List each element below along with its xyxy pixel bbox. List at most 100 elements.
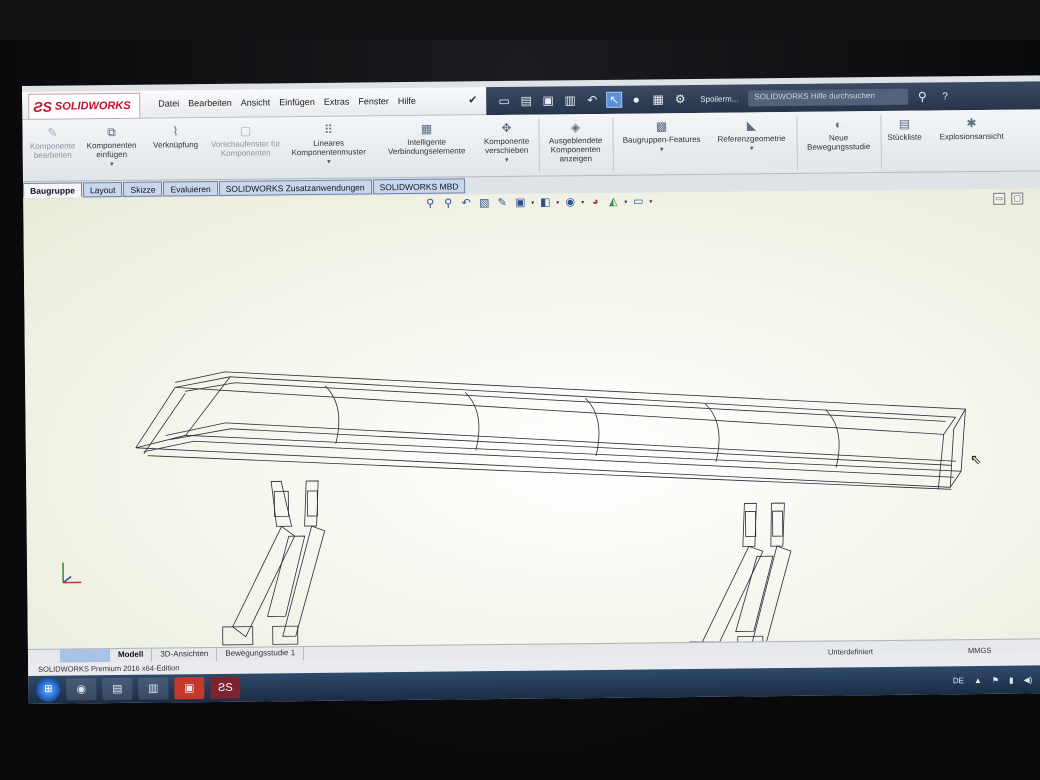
menu-extras[interactable]: Extras	[324, 97, 350, 107]
select-cursor-icon[interactable]: ↖	[606, 91, 623, 108]
left-support-base	[272, 625, 299, 645]
help-icon[interactable]: ?	[942, 91, 948, 102]
pin-icon[interactable]: ✔	[468, 93, 477, 106]
tab-bewegungsstudie[interactable]: Bewegungsstudie 1	[217, 647, 305, 661]
menu-hilfe[interactable]: Hilfe	[398, 96, 416, 106]
linear-pattern-label: Lineares Komponentenmuster	[291, 138, 366, 158]
edit-component-icon: ✎	[47, 125, 58, 140]
component-preview-label: Vorschaufenster für Komponenten	[210, 139, 281, 158]
app-icon[interactable]: ▥	[138, 677, 169, 700]
undo-icon[interactable]: ↶	[584, 92, 600, 108]
language-indicator[interactable]: DE	[953, 676, 964, 685]
assembly-features-button[interactable]: ▩ Baugruppen-Features ▾	[614, 119, 708, 155]
ds-logo-icon: ƧS	[33, 98, 52, 115]
graphics-area[interactable]: ⚲ ⚲ ↶ ▧ ✎ ▣ ▾ ◧ ▾ ◉ ▾ ◕ ◭ ▾ ▭ ▾ ▭ ▢ ⇖	[23, 188, 1040, 649]
search-icon[interactable]: ⚲	[914, 88, 930, 104]
bill-of-materials-label: Stückliste	[887, 132, 922, 142]
new-motion-study-label: Neue Bewegungsstudie	[807, 133, 871, 152]
new-motion-study-button[interactable]: ◐ Neue Bewegungsstudie	[798, 117, 878, 152]
mouse-cursor-icon: ⇖	[969, 450, 982, 468]
chevron-down-icon: ▾	[505, 156, 509, 164]
solidworks-logo[interactable]: ƧS SOLIDWORKS	[28, 92, 141, 120]
smart-fasteners-button[interactable]: ▦ Intelligente Verbindungselemente	[378, 121, 474, 156]
menu-ansicht[interactable]: Ansicht	[241, 97, 271, 107]
save-icon[interactable]: ▣	[540, 92, 556, 108]
tab-3d-ansichten[interactable]: 3D-Ansichten	[152, 647, 218, 662]
red-app-icon[interactable]: ▣	[174, 677, 205, 700]
tab-zusatzanwendungen[interactable]: SOLIDWORKS Zusatzanwendungen	[218, 179, 372, 196]
new-document-icon[interactable]: ▭	[496, 93, 512, 109]
definition-status: Unterdefiniert	[827, 647, 874, 657]
exploded-view-button[interactable]: ✱ Explosionsansicht	[928, 116, 1014, 142]
tab-evaluieren[interactable]: Evaluieren	[163, 180, 218, 197]
right-support-detail	[745, 510, 784, 537]
app-name: SOLIDWORKS	[54, 99, 131, 113]
mate-button[interactable]: ⌇ Verknüpfung	[144, 124, 206, 150]
tab-mbd[interactable]: SOLIDWORKS MBD	[372, 178, 466, 195]
hidden-components-icon: ◈	[570, 120, 581, 135]
tab-modell[interactable]: Modell	[109, 648, 153, 663]
bill-of-materials-button[interactable]: ▤ Stückliste	[882, 117, 926, 142]
mate-label: Verknüpfung	[153, 140, 199, 150]
move-component-label: Komponente verschieben	[483, 136, 530, 156]
reference-geometry-icon: ◣	[746, 118, 757, 133]
options-gear-icon[interactable]: ⚙	[672, 91, 688, 107]
wing-rib	[324, 385, 340, 444]
edition-label: SOLIDWORKS Premium 2016 x64-Edition	[38, 663, 180, 674]
left-support-leg	[232, 525, 296, 638]
tab-baugruppe[interactable]: Baugruppe	[23, 182, 83, 198]
edit-component-button[interactable]: ✎ Komponente bearbeiten	[24, 125, 80, 160]
show-hidden-components-button[interactable]: ◈ Ausgeblendete Komponenten anzeigen	[540, 120, 610, 164]
chevron-down-icon: ▾	[110, 161, 114, 169]
menu-bearbeiten[interactable]: Bearbeiten	[188, 98, 232, 108]
explorer-folder-icon[interactable]: ▤	[102, 677, 133, 701]
move-component-icon: ✥	[501, 120, 512, 135]
menu-einfuegen[interactable]: Einfügen	[279, 97, 315, 107]
tab-scroll-area[interactable]	[59, 649, 111, 663]
solidworks-taskbar-icon[interactable]: ƧS	[210, 676, 241, 700]
flag-icon[interactable]: ⚑	[992, 675, 999, 684]
assembly-features-icon: ▩	[655, 119, 668, 134]
print-icon[interactable]: ▥	[562, 92, 578, 108]
screen: ƧS SOLIDWORKS Datei Bearbeiten Ansicht E…	[22, 75, 1040, 704]
spoiler-wireframe-model[interactable]	[23, 188, 1040, 649]
network-icon[interactable]: ▮	[1009, 675, 1014, 684]
menu-fenster[interactable]: Fenster	[358, 96, 389, 106]
left-support-base	[222, 626, 254, 646]
component-preview-button[interactable]: ▢ Vorschaufenster für Komponenten	[208, 123, 282, 158]
smart-fasteners-label: Intelligente Verbindungselemente	[387, 137, 466, 157]
insert-components-icon: ⧉	[107, 125, 116, 140]
volume-icon[interactable]: ◀)	[1023, 675, 1032, 684]
paperclip-icon: ⌇	[172, 124, 179, 139]
tray-arrow-icon[interactable]: ▲	[974, 675, 982, 684]
unit-system[interactable]: MMGS	[968, 646, 991, 655]
edit-component-label: Komponente bearbeiten	[29, 141, 76, 160]
open-folder-icon[interactable]: ▤	[518, 93, 534, 109]
show-hidden-components-label: Ausgeblendete Komponenten anzeigen	[548, 135, 603, 164]
linear-pattern-button[interactable]: ⠿ Lineares Komponentenmuster ▾	[284, 122, 372, 167]
right-support-web	[735, 555, 774, 632]
menu-datei[interactable]: Datei	[158, 98, 179, 108]
preview-window-icon: ▢	[239, 123, 252, 138]
insert-components-button[interactable]: ⧉ Komponenten einfügen ▾	[82, 125, 140, 170]
motion-study-icon: ◐	[834, 117, 843, 132]
right-support-strut	[742, 502, 757, 547]
chevron-down-icon: ▾	[659, 146, 664, 154]
chevron-down-icon: ▾	[327, 158, 331, 166]
left-support-web	[267, 535, 306, 617]
help-search-input[interactable]: SOLIDWORKS Hilfe durchsuchen	[748, 88, 909, 107]
reference-geometry-button[interactable]: ◣ Referenzgeometrie ▾	[710, 118, 792, 154]
tab-layout[interactable]: Layout	[82, 181, 123, 198]
tab-skizze[interactable]: Skizze	[123, 181, 163, 197]
file-properties-icon[interactable]: ▦	[650, 91, 666, 107]
menu-bar: Datei Bearbeiten Ansicht Einfügen Extras…	[158, 96, 416, 109]
start-button-icon[interactable]: ⊞	[36, 677, 61, 702]
exploded-view-label: Explosionsansicht	[939, 131, 1004, 142]
coordinate-triad	[57, 558, 87, 593]
browser-icon[interactable]: ◉	[66, 678, 97, 701]
bezel-top	[0, 0, 1040, 40]
command-manager: ✎ Komponente bearbeiten ⧉ Komponenten ei…	[22, 109, 1040, 182]
move-component-button[interactable]: ✥ Komponente verschieben ▾	[476, 121, 536, 166]
rebuild-icon[interactable]: ●	[628, 91, 644, 107]
linear-pattern-icon: ⠿	[323, 122, 333, 137]
